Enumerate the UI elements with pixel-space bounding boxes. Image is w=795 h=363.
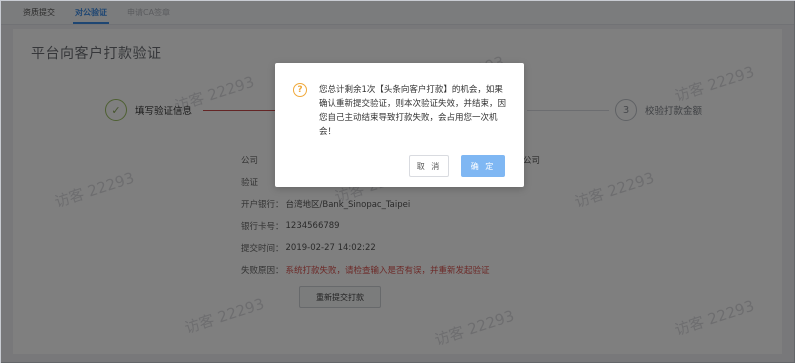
app-window: 资质提交 对公验证 申请CA签章 平台向客户打款验证 访客 22293 访客 2… bbox=[0, 0, 795, 363]
dialog-message: 您总计剩余1次【头条向客户打款】的机会，如果确认重新提交验证，则本次验证失效，并… bbox=[319, 85, 507, 137]
confirm-dialog: ? 您总计剩余1次【头条向客户打款】的机会，如果确认重新提交验证，则本次验证失效… bbox=[275, 63, 524, 187]
confirm-button[interactable]: 确 定 bbox=[461, 155, 505, 177]
question-icon: ? bbox=[293, 83, 307, 97]
cancel-button[interactable]: 取 消 bbox=[409, 155, 449, 177]
